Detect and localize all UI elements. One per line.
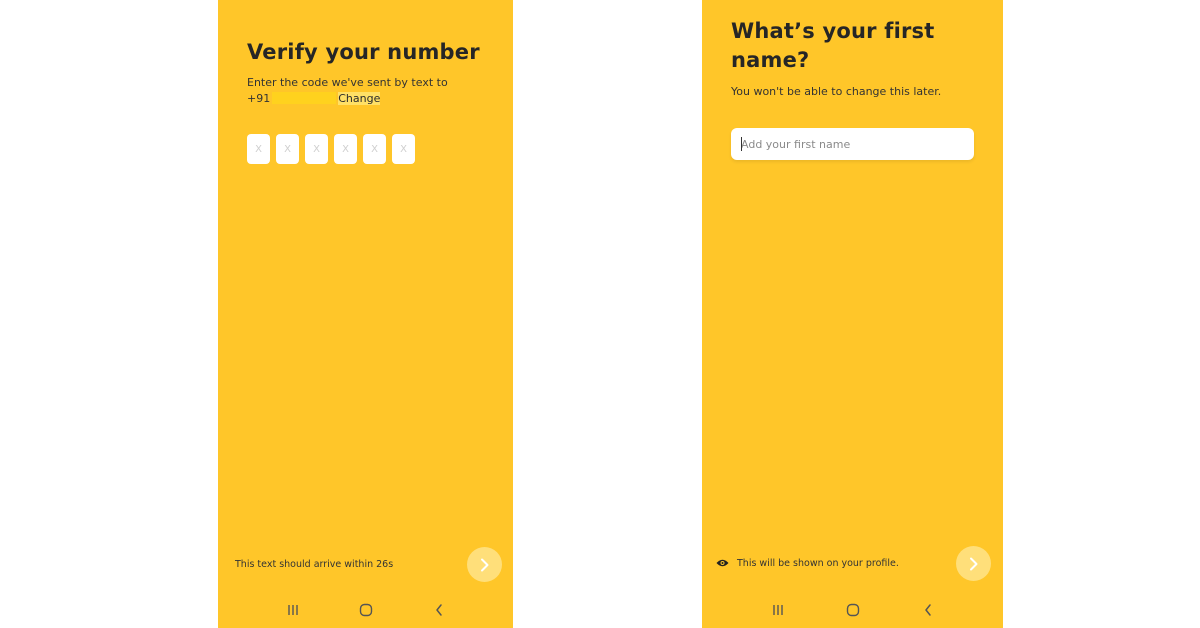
home-icon <box>359 603 372 617</box>
arrival-notice: This text should arrive within 26s <box>235 559 394 570</box>
eye-icon <box>716 559 729 567</box>
instruction-text: Enter the code we've sent by text to <box>247 76 448 89</box>
home-button[interactable] <box>841 598 865 622</box>
chevron-right-icon <box>969 557 977 570</box>
page-subtitle: You won't be able to change this later. <box>731 85 942 98</box>
home-button[interactable] <box>354 598 378 622</box>
back-button[interactable] <box>427 598 451 622</box>
back-icon <box>924 604 931 616</box>
change-number-link[interactable]: Change <box>338 92 381 105</box>
code-digit-box[interactable]: X <box>334 134 357 164</box>
page-title: Verify your number <box>247 40 480 64</box>
recents-icon <box>772 605 783 615</box>
chevron-right-icon <box>480 558 488 571</box>
code-digit-box[interactable]: X <box>247 134 270 164</box>
system-nav-bar <box>702 592 1003 628</box>
verification-code-input[interactable]: X X X X X X <box>247 134 415 164</box>
title-line-2: name? <box>731 48 810 72</box>
text-cursor <box>741 137 742 151</box>
home-icon <box>846 603 859 617</box>
verify-instruction: Enter the code we've sent by text to +91… <box>247 75 497 107</box>
recents-button[interactable] <box>281 598 305 622</box>
next-button[interactable] <box>956 546 991 581</box>
page-title: What’s your first name? <box>731 17 934 75</box>
code-digit-box[interactable]: X <box>363 134 386 164</box>
first-name-screen: What’s your first name? You won't be abl… <box>702 0 1003 628</box>
code-digit-box[interactable]: X <box>276 134 299 164</box>
back-button[interactable] <box>916 598 940 622</box>
first-name-input[interactable] <box>731 128 974 160</box>
code-digit-box[interactable]: X <box>305 134 328 164</box>
code-digit-box[interactable]: X <box>392 134 415 164</box>
title-line-1: What’s your first <box>731 19 935 43</box>
verify-number-screen: Verify your number Enter the code we've … <box>218 0 513 628</box>
redacted-phone-number <box>272 92 337 104</box>
system-nav-bar <box>218 592 513 628</box>
profile-visibility-notice: This will be shown on your profile. <box>737 558 899 569</box>
next-button[interactable] <box>467 547 502 582</box>
recents-icon <box>287 605 298 615</box>
country-code: +91 <box>247 92 271 105</box>
recents-button[interactable] <box>766 598 790 622</box>
back-icon <box>435 604 442 616</box>
